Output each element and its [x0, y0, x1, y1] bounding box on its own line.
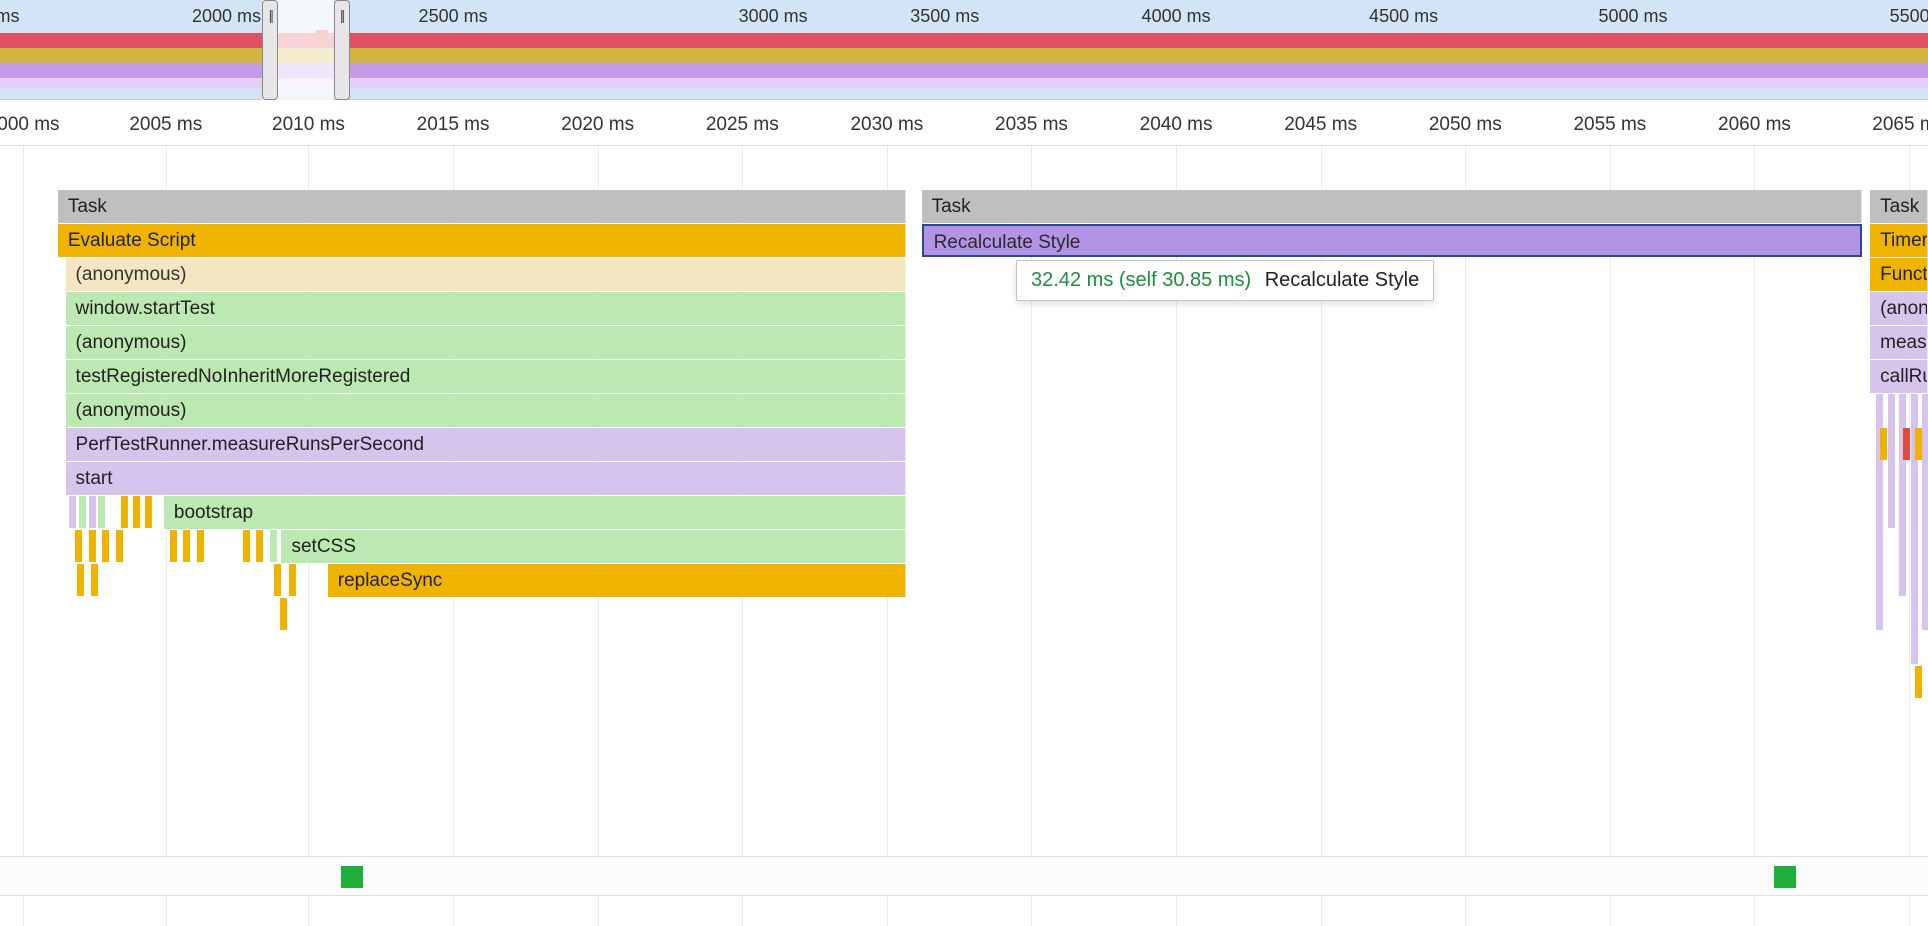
flame-sliver[interactable] — [1915, 666, 1922, 698]
ruler-tick: 2020 ms — [561, 114, 634, 136]
time-ruler[interactable]: 2000 ms 2005 ms 2010 ms 2015 ms 2020 ms 2025 … — [0, 100, 1928, 146]
flame-sliver[interactable] — [256, 530, 263, 562]
ruler-tick: 2005 ms — [129, 114, 202, 136]
gridline — [23, 146, 24, 926]
flame-sliver[interactable] — [183, 530, 190, 562]
overview-minimap[interactable]: 0 ms 2000 ms 2500 ms 3000 ms 3500 ms 4000 ms 4… — [0, 0, 1928, 100]
flame-sliver[interactable] — [1903, 428, 1910, 460]
flame-bar[interactable]: (anonymous) — [66, 258, 907, 291]
flame-sliver[interactable] — [243, 530, 250, 562]
ruler-tick: 2000 ms — [0, 114, 60, 136]
ruler-tick: 2010 ms — [272, 114, 345, 136]
flame-sliver[interactable] — [274, 564, 281, 596]
flame-bar[interactable]: measu — [1870, 326, 1928, 359]
flame-sliver[interactable] — [75, 530, 82, 562]
gridline — [1610, 146, 1611, 926]
flame-sliver[interactable] — [98, 496, 105, 528]
flame-bar[interactable]: setCSS — [281, 530, 906, 563]
ruler-tick: 2065 ms — [1872, 114, 1928, 136]
drag-grip-icon: || — [340, 7, 343, 23]
overview-tick: 2500 ms — [419, 6, 488, 27]
flame-bar[interactable]: (anonymous) — [66, 394, 907, 427]
flame-sliver[interactable] — [121, 496, 128, 528]
frame-marker[interactable] — [1774, 866, 1796, 888]
ruler-tick: 2025 ms — [706, 114, 779, 136]
flame-bar[interactable]: (anonymous) — [66, 326, 907, 359]
flame-sliver[interactable] — [69, 496, 76, 528]
flame-sliver[interactable] — [270, 530, 277, 562]
ruler-tick: 2045 ms — [1284, 114, 1357, 136]
flame-sliver[interactable] — [289, 564, 296, 596]
overview-tick: 5000 ms — [1598, 6, 1667, 27]
flame-sliver[interactable] — [116, 530, 123, 562]
flame-bar[interactable]: PerfTestRunner.measureRunsPerSecond — [66, 428, 907, 461]
flame-bar[interactable]: Task — [58, 190, 906, 223]
flame-sliver[interactable] — [102, 530, 109, 562]
flame-sliver[interactable] — [1880, 428, 1887, 460]
flame-sliver[interactable] — [91, 564, 98, 596]
flame-bar[interactable]: Task — [922, 190, 1863, 223]
flame-bar[interactable]: Evaluate Script — [58, 224, 906, 257]
flame-bar[interactable]: bootstrap — [164, 496, 906, 529]
flame-bar[interactable]: testRegisteredNoInheritMoreRegistered — [66, 360, 907, 393]
hover-tooltip: 32.42 ms (self 30.85 ms) Recalculate Sty… — [1016, 260, 1434, 301]
flame-sliver[interactable] — [197, 530, 204, 562]
flame-sliver[interactable] — [77, 564, 84, 596]
ruler-tick: 2055 ms — [1573, 114, 1646, 136]
flame-bar[interactable]: window.startTest — [66, 292, 907, 325]
frame-marker[interactable] — [341, 866, 363, 888]
overview-tick: 0 ms — [0, 6, 20, 27]
flame-bar[interactable]: replaceSync — [328, 564, 906, 597]
overview-tick: 3000 ms — [739, 6, 808, 27]
flame-chart[interactable]: TaskTaskTaskEvaluate ScriptRecalculate S… — [0, 146, 1928, 926]
flame-sliver[interactable] — [133, 496, 140, 528]
flame-sliver[interactable] — [145, 496, 152, 528]
overview-tick: 2000 ms — [192, 6, 261, 27]
flame-sliver[interactable] — [89, 530, 96, 562]
flame-bar[interactable]: Task — [1870, 190, 1928, 223]
ruler-tick: 2015 ms — [417, 114, 490, 136]
flame-sliver[interactable] — [1888, 394, 1895, 528]
flame-bar[interactable]: Functio — [1870, 258, 1928, 291]
tooltip-event-name: Recalculate Style — [1265, 269, 1420, 291]
flame-sliver[interactable] — [280, 598, 287, 630]
flame-sliver[interactable] — [1899, 394, 1906, 596]
drag-grip-icon: || — [269, 7, 272, 23]
overview-tick: 5500 ms — [1890, 6, 1928, 27]
flame-sliver[interactable] — [170, 530, 177, 562]
overview-handle-left[interactable]: || — [262, 0, 278, 100]
flame-sliver[interactable] — [1922, 394, 1928, 630]
flame-bar[interactable]: Timer F — [1870, 224, 1928, 257]
flame-sliver[interactable] — [89, 496, 96, 528]
ruler-tick: 2035 ms — [995, 114, 1068, 136]
ruler-tick: 2040 ms — [1140, 114, 1213, 136]
network-strip — [0, 856, 1928, 896]
gridline — [1754, 146, 1755, 926]
overview-handle-right[interactable]: || — [334, 0, 350, 100]
flame-sliver[interactable] — [1915, 428, 1922, 460]
ruler-tick: 2060 ms — [1718, 114, 1791, 136]
ruler-tick: 2050 ms — [1429, 114, 1502, 136]
flame-bar[interactable]: start — [66, 462, 907, 495]
flame-bar[interactable]: Recalculate Style — [922, 224, 1863, 257]
tooltip-duration: 32.42 ms (self 30.85 ms) — [1031, 269, 1251, 291]
flame-sliver[interactable] — [79, 496, 86, 528]
flame-bar[interactable]: (anony — [1870, 292, 1928, 325]
gridline — [1465, 146, 1466, 926]
overview-tick: 3500 ms — [910, 6, 979, 27]
overview-tick: 4000 ms — [1142, 6, 1211, 27]
overview-tick: 4500 ms — [1369, 6, 1438, 27]
ruler-tick: 2030 ms — [850, 114, 923, 136]
flame-bar[interactable]: callRu — [1870, 360, 1928, 393]
